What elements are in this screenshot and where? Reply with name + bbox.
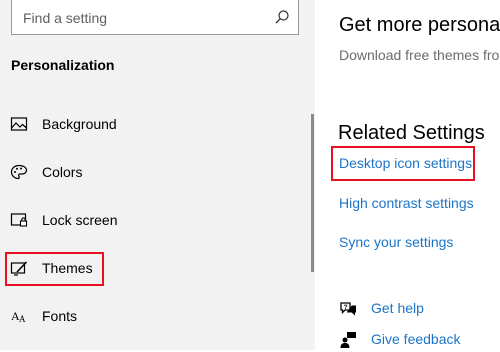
palette-icon [10, 164, 28, 180]
sidebar-item-label: Lock screen [42, 212, 118, 228]
high-contrast-settings-link[interactable]: High contrast settings [339, 195, 474, 211]
search-input[interactable]: Find a setting [11, 0, 299, 35]
search-placeholder: Find a setting [23, 10, 108, 26]
search-icon[interactable] [274, 9, 290, 25]
sidebar-item-background[interactable]: Background [0, 104, 315, 144]
give-feedback-link[interactable]: Give feedback [339, 328, 499, 352]
sync-settings-link[interactable]: Sync your settings [339, 234, 453, 250]
highlight-box-themes [5, 252, 104, 286]
svg-text:?: ? [344, 304, 348, 311]
desktop-icon-settings-link[interactable]: Desktop icon settings [339, 155, 472, 171]
svg-text:A: A [19, 314, 26, 324]
sidebar-item-label: Colors [42, 164, 83, 180]
background-image-icon [10, 117, 28, 131]
fonts-icon: A A [11, 309, 26, 324]
sidebar-item-colors[interactable]: Colors [0, 152, 315, 192]
sidebar-item-lock-screen[interactable]: Lock screen [0, 200, 315, 240]
related-settings-heading: Related Settings [338, 122, 485, 144]
get-more-description: Download free themes fro [339, 47, 500, 63]
give-feedback-label: Give feedback [371, 331, 461, 347]
get-help-label: Get help [371, 300, 424, 316]
sidebar-item-fonts[interactable]: A A Fonts [0, 296, 315, 336]
main-content: Get more personal Download free themes f… [315, 0, 500, 350]
sidebar-scrollbar[interactable] [311, 114, 314, 272]
get-more-heading: Get more personal [339, 14, 500, 36]
lock-screen-icon [10, 213, 28, 227]
chat-help-icon: ? [340, 302, 356, 316]
sidebar-item-label: Background [42, 116, 117, 132]
settings-sidebar: Find a setting Personalization Backgroun… [0, 0, 315, 350]
sidebar-item-label: Fonts [42, 308, 78, 324]
get-help-link[interactable]: ? Get help [339, 297, 499, 321]
feedback-person-icon [340, 332, 356, 348]
section-title: Personalization [11, 57, 115, 73]
